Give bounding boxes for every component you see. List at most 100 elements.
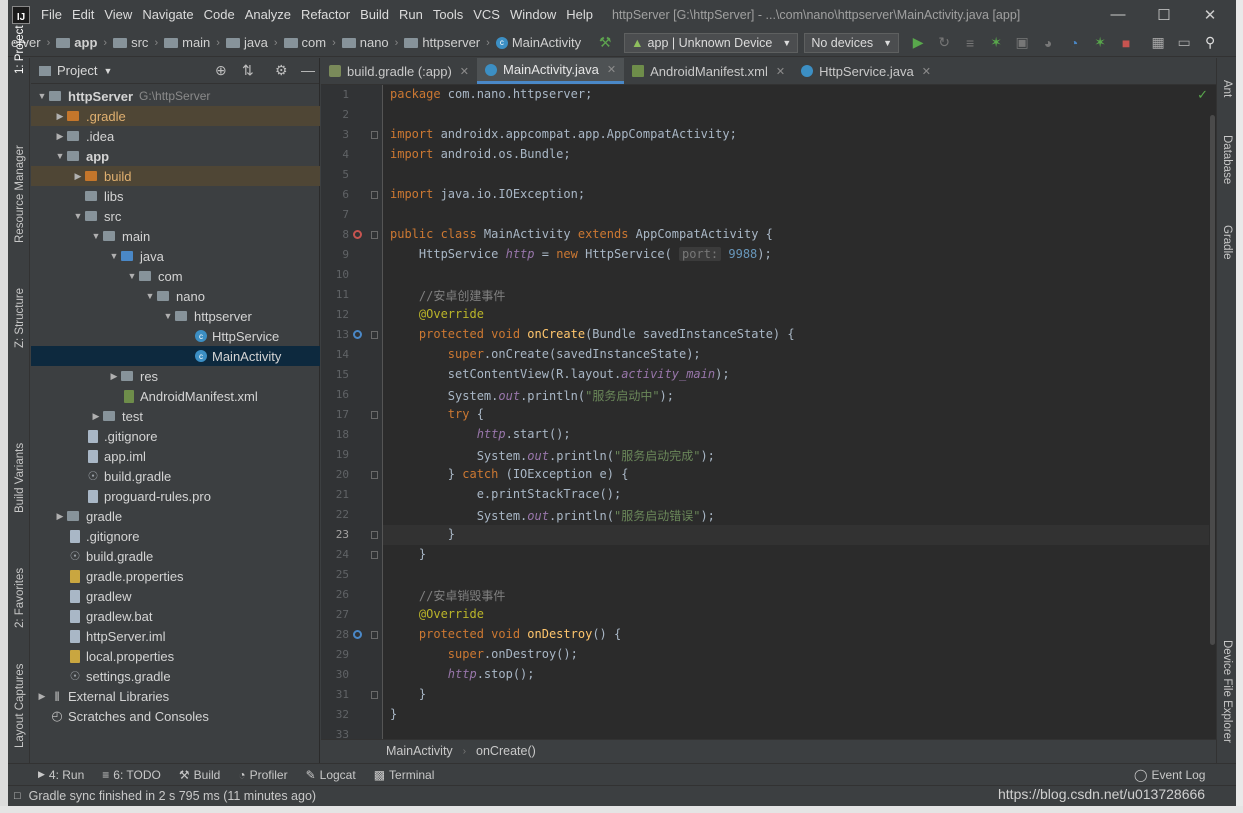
minimize-button[interactable]: — bbox=[1095, 0, 1141, 29]
hide-panel-icon[interactable]: — bbox=[301, 62, 315, 78]
tree-node-settings-gradle[interactable]: ☉ settings.gradle bbox=[31, 666, 320, 686]
chevron-down-icon[interactable]: ▼ bbox=[53, 151, 67, 161]
tree-node-gradle[interactable]: ▶ gradle bbox=[31, 506, 320, 526]
chevron-right-icon[interactable]: ▶ bbox=[53, 511, 67, 522]
close-tab-icon[interactable]: ✕ bbox=[460, 65, 469, 78]
chevron-right-icon[interactable]: ▶ bbox=[89, 411, 103, 422]
breadcrumb-method[interactable]: onCreate() bbox=[476, 744, 536, 758]
tree-node-build-gradle[interactable]: ☉ build.gradle bbox=[31, 546, 320, 566]
menu-tools[interactable]: Tools bbox=[428, 7, 468, 22]
tree-node-gradlew[interactable]: gradlew bbox=[31, 586, 320, 606]
tool-tab-gradle[interactable]: Gradle bbox=[1221, 225, 1233, 260]
code-editor[interactable]: 1 2 3 4 5 6 7 8 9 10 11 12 13 14 15 16 17 18 19 20 21 22 23 24 2… bbox=[321, 85, 1216, 739]
nav-crumb-mainactivity[interactable]: c MainActivity bbox=[493, 35, 584, 50]
chevron-right-icon[interactable]: ▶ bbox=[53, 111, 67, 122]
chevron-down-icon[interactable]: ▼ bbox=[89, 231, 103, 241]
chevron-right-icon[interactable]: ▶ bbox=[71, 171, 85, 182]
layout-inspector-icon[interactable]: ▭ bbox=[1171, 34, 1197, 51]
editor-tab-androidmanifest-xml[interactable]: AndroidManifest.xml ✕ bbox=[624, 58, 793, 84]
chevron-down-icon[interactable]: ▼ bbox=[35, 91, 49, 101]
device-select[interactable]: No devices ▼ bbox=[804, 32, 900, 53]
run-tab[interactable]: ▶ 4: Run bbox=[38, 768, 84, 782]
tree-node--idea[interactable]: ▶ .idea bbox=[31, 126, 320, 146]
nav-crumb-nano[interactable]: nano › bbox=[339, 35, 402, 50]
run-config-select[interactable]: ▲ app | Unknown Device ▼ bbox=[624, 32, 799, 53]
tree-node-test[interactable]: ▶ test bbox=[31, 406, 320, 426]
tree-node-nano[interactable]: ▼ nano bbox=[31, 286, 320, 306]
tree-node-local-properties[interactable]: local.properties bbox=[31, 646, 320, 666]
tree-node-androidmanifest-xml[interactable]: AndroidManifest.xml bbox=[31, 386, 320, 406]
fold-marker-icon[interactable] bbox=[371, 691, 378, 699]
collapse-all-icon[interactable]: ⇅ bbox=[242, 62, 254, 79]
menu-window[interactable]: Window bbox=[505, 7, 561, 22]
menu-file[interactable]: File bbox=[36, 7, 67, 22]
tree-node-gradle-properties[interactable]: gradle.properties bbox=[31, 566, 320, 586]
chevron-down-icon[interactable]: ▼ bbox=[71, 211, 85, 221]
locate-file-icon[interactable]: ⊕ bbox=[215, 62, 227, 79]
stop-icon[interactable]: ■ bbox=[1113, 35, 1139, 51]
tree-node-main[interactable]: ▼ main bbox=[31, 226, 320, 246]
breadcrumb-class[interactable]: MainActivity bbox=[386, 744, 453, 758]
build-tab[interactable]: ⚒ Build bbox=[179, 768, 220, 782]
tree-node-build[interactable]: ▶ build bbox=[31, 166, 320, 186]
tool-tab-database[interactable]: Database bbox=[1221, 135, 1233, 184]
menu-edit[interactable]: Edit bbox=[67, 7, 99, 22]
tool-tab-build-variants[interactable]: Build Variants bbox=[14, 443, 26, 513]
run-icon[interactable]: ▶ bbox=[905, 34, 931, 51]
fold-marker-icon[interactable] bbox=[371, 471, 378, 479]
fold-marker-icon[interactable] bbox=[371, 551, 378, 559]
chevron-down-icon[interactable]: ▼ bbox=[143, 291, 157, 301]
attach-debugger-icon[interactable]: ✶ bbox=[1087, 34, 1113, 51]
tool-tab-2-favorites[interactable]: 2: Favorites bbox=[14, 568, 26, 628]
tool-tab-layout-captures[interactable]: Layout Captures bbox=[14, 664, 26, 748]
nav-crumb-src[interactable]: src › bbox=[110, 35, 161, 50]
fold-marker-icon[interactable] bbox=[371, 191, 378, 199]
tree-node--gradle[interactable]: ▶ .gradle bbox=[31, 106, 320, 126]
tree-node-httpserver-iml[interactable]: httpServer.iml bbox=[31, 626, 320, 646]
toggle-tool-windows-icon[interactable]: □ bbox=[14, 790, 21, 802]
tool-tab-device-file-explorer[interactable]: Device File Explorer bbox=[1221, 640, 1233, 743]
todo-tab[interactable]: ≡ 6: TODO bbox=[102, 768, 161, 782]
profile-icon[interactable]: ◕ bbox=[1035, 35, 1061, 51]
chevron-right-icon[interactable]: ▶ bbox=[107, 371, 121, 382]
menu-help[interactable]: Help bbox=[561, 7, 598, 22]
fold-marker-icon[interactable] bbox=[371, 331, 378, 339]
tool-tab-ant[interactable]: Ant bbox=[1221, 80, 1233, 97]
menu-analyze[interactable]: Analyze bbox=[240, 7, 296, 22]
project-view-select[interactable]: Project bbox=[57, 63, 97, 78]
menu-code[interactable]: Code bbox=[199, 7, 240, 22]
hammer-build-icon[interactable]: ⚒ bbox=[592, 34, 618, 51]
tree-node-java[interactable]: ▼ java bbox=[31, 246, 320, 266]
tree-node-external-libraries[interactable]: ▶ ‖ External Libraries bbox=[31, 686, 320, 706]
apply-code-changes-icon[interactable]: ≡ bbox=[957, 35, 983, 51]
tree-node-gradlew-bat[interactable]: gradlew.bat bbox=[31, 606, 320, 626]
menu-vcs[interactable]: VCS bbox=[468, 7, 505, 22]
menu-run[interactable]: Run bbox=[394, 7, 428, 22]
tree-node-scratches-and-consoles[interactable]: ◴ Scratches and Consoles bbox=[31, 706, 320, 726]
fold-marker-icon[interactable] bbox=[371, 131, 378, 139]
fold-marker-icon[interactable] bbox=[371, 531, 378, 539]
editor-tab-build-gradle-app-[interactable]: build.gradle (:app) ✕ bbox=[321, 58, 477, 84]
nav-crumb-java[interactable]: java › bbox=[223, 35, 281, 50]
chevron-right-icon[interactable]: ▶ bbox=[35, 691, 49, 702]
fold-marker-icon[interactable] bbox=[371, 411, 378, 419]
close-tab-icon[interactable]: ✕ bbox=[922, 65, 931, 78]
maximize-button[interactable]: ☐ bbox=[1141, 0, 1187, 29]
close-window-button[interactable]: ✕ bbox=[1187, 0, 1233, 29]
editor-tab-mainactivity-java[interactable]: MainActivity.java ✕ bbox=[477, 58, 625, 84]
tool-tab-1-project[interactable]: 1: Project bbox=[14, 25, 26, 74]
tree-node-mainactivity[interactable]: c MainActivity bbox=[31, 346, 320, 366]
chevron-down-icon[interactable]: ▼ bbox=[107, 251, 121, 261]
inspection-ok-check-icon[interactable]: ✓ bbox=[1197, 87, 1208, 103]
editor-vertical-scrollbar[interactable] bbox=[1209, 85, 1216, 739]
tree-node-httpserver[interactable]: ▼ httpserver bbox=[31, 306, 320, 326]
tree-node-app-iml[interactable]: app.iml bbox=[31, 446, 320, 466]
profiler-gauge-icon[interactable]: ◔ bbox=[1061, 35, 1087, 51]
close-tab-icon[interactable]: ✕ bbox=[776, 65, 785, 78]
tree-node-httpserver[interactable]: ▼ httpServer G:\httpServer bbox=[31, 86, 320, 106]
search-icon[interactable]: ⚲ bbox=[1197, 34, 1223, 51]
event-log-tab[interactable]: ◯ Event Log bbox=[1134, 768, 1205, 782]
debug-icon[interactable]: ✶ bbox=[983, 34, 1009, 51]
coverage-icon[interactable]: ▣ bbox=[1009, 34, 1035, 51]
tool-tab-z-structure[interactable]: Z: Structure bbox=[14, 288, 26, 348]
